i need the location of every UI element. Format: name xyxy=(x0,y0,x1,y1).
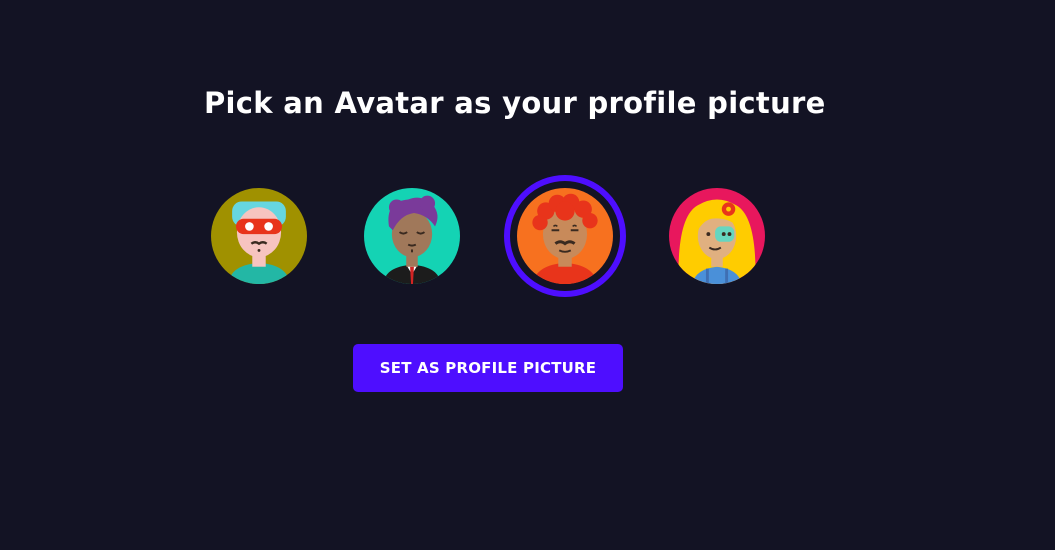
avatar-option-3[interactable] xyxy=(504,175,626,297)
curly-red-hair-man-avatar-icon xyxy=(517,188,613,284)
avatar-option-2[interactable] xyxy=(351,175,473,297)
masked-man-avatar-icon xyxy=(211,188,307,284)
avatar-option-4[interactable] xyxy=(656,175,778,297)
avatar-option-1[interactable] xyxy=(198,175,320,297)
page-title: Pick an Avatar as your profile picture xyxy=(204,86,826,120)
blonde-woman-avatar-icon xyxy=(669,188,765,284)
avatar-picker-page: Pick an Avatar as your profile picture S… xyxy=(0,0,1055,550)
purple-hair-man-avatar-icon xyxy=(364,188,460,284)
set-profile-picture-button[interactable]: SET AS PROFILE PICTURE xyxy=(353,344,623,392)
